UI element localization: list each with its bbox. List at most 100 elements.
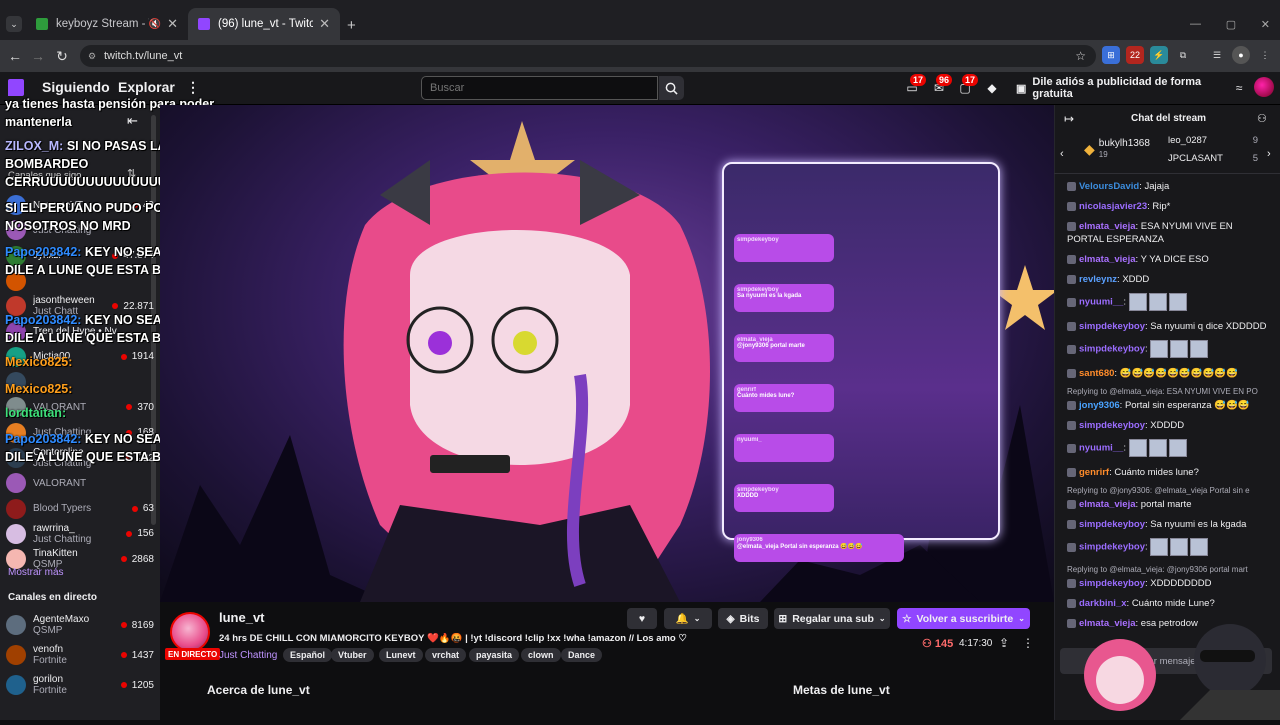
close-window-icon[interactable]: ✕ xyxy=(1261,18,1270,31)
chat-username[interactable]: simpdekeyboy xyxy=(1079,321,1145,332)
chat-text: 😅😅😅😅😅😅😅😅😅😅 xyxy=(1119,368,1238,379)
leaderboard-next-icon[interactable]: › xyxy=(1267,148,1271,160)
user-avatar[interactable] xyxy=(1254,77,1274,97)
browser-tab-keyboyz[interactable]: keyboyz Stream - Watch Li 🔇 ✕ xyxy=(26,8,188,40)
viewer-value: 2868 xyxy=(131,553,154,565)
chat-username[interactable]: nyuumi__ xyxy=(1079,443,1123,454)
sidepanel-icon[interactable]: ☰ xyxy=(1208,46,1226,64)
arrow-right-icon[interactable]: → xyxy=(28,46,48,66)
chat-username[interactable]: genrirf xyxy=(1079,467,1109,478)
chat-username[interactable]: VeloursDavid xyxy=(1079,181,1139,192)
bubble-text: Sa nyuumi es la kgada xyxy=(737,293,802,299)
notification-bell-button[interactable]: 🔔 ⌄ xyxy=(664,608,712,629)
chat-header: Chat del stream xyxy=(1131,113,1207,124)
channel-avatar xyxy=(6,498,26,519)
collapse-chat-icon[interactable]: ↦ xyxy=(1064,112,1074,126)
ad-free-button[interactable]: ▣ Dile adiós a publicidad de forma gratu… xyxy=(1008,76,1218,100)
chat-username[interactable]: elmata_vieja xyxy=(1079,499,1136,510)
channel-game: VALORANT xyxy=(33,477,87,489)
close-tab-icon[interactable]: ✕ xyxy=(319,16,330,32)
stream-tag[interactable]: Lunevt xyxy=(379,648,423,662)
channel-name[interactable]: lune_vt xyxy=(219,610,265,625)
chat-username[interactable]: simpdekeyboy xyxy=(1079,519,1145,530)
live-channel-item[interactable]: gorilon Fortnite 1205 xyxy=(6,670,154,700)
nav-browse[interactable]: Explorar xyxy=(118,79,175,95)
share-icon[interactable]: ⇪ xyxy=(999,636,1009,650)
close-tab-icon[interactable]: ✕ xyxy=(167,16,178,32)
site-info-icon[interactable]: ⚙ xyxy=(88,51,96,62)
chat-username[interactable]: elmata_vieja xyxy=(1079,254,1136,265)
live-channel-item[interactable]: venofn Fortnite 1437 xyxy=(6,640,154,670)
star-icon: ☆ xyxy=(902,612,912,625)
twitch-favicon-icon xyxy=(198,18,210,30)
user-badge-icon xyxy=(1067,274,1076,284)
turbo-icon[interactable]: ≈ xyxy=(1232,81,1246,95)
browser-tab-lune[interactable]: (96) lune_vt - Twitch ✕ xyxy=(188,8,340,40)
search-button[interactable] xyxy=(659,76,684,100)
chat-username[interactable]: simpdekeyboy xyxy=(1079,420,1145,431)
show-more-link[interactable]: Mostrar más xyxy=(8,567,64,578)
video-player[interactable]: simpdekeyboy simpdekeyboy Sa nyuumi es la … xyxy=(160,105,1054,602)
stream-tag[interactable]: payasita xyxy=(469,648,520,662)
stream-tag[interactable]: clown xyxy=(521,648,561,662)
channel-text: venofn Fortnite xyxy=(33,644,121,666)
user-badge-icon xyxy=(1067,368,1076,378)
reload-icon[interactable]: ↻ xyxy=(52,46,72,66)
crown-icon[interactable]: ◆ xyxy=(985,81,999,95)
nav-following[interactable]: Siguiendo xyxy=(42,79,110,95)
chat-username[interactable]: elmata_vieja xyxy=(1079,221,1136,232)
leaderboard-prev-icon[interactable]: ‹ xyxy=(1060,148,1064,160)
viewer-count: 1205 xyxy=(120,680,154,691)
extension-badge-icon[interactable]: 22 xyxy=(1126,46,1144,64)
bits-button[interactable]: ◈ Bits xyxy=(718,608,768,629)
stream-tag[interactable]: Vtuber xyxy=(331,648,374,662)
window-controls[interactable]: — ▢ ✕ xyxy=(1190,18,1270,31)
chat-users-icon[interactable]: ⚇ xyxy=(1257,112,1267,125)
arrow-left-icon[interactable]: ← xyxy=(5,46,25,66)
extensions-puzzle-icon[interactable]: ⧉ xyxy=(1174,46,1192,64)
stream-category[interactable]: Just Chatting xyxy=(219,650,277,661)
extension-icon[interactable]: ⚡ xyxy=(1150,46,1168,64)
chat-username[interactable]: nyuumi__ xyxy=(1079,297,1123,308)
new-tab-button[interactable]: + xyxy=(347,17,356,34)
user-badge-icon xyxy=(1067,467,1076,477)
stream-tag[interactable]: Español xyxy=(283,648,333,662)
chevron-down-icon: ⌄ xyxy=(878,614,886,623)
profile-icon[interactable]: ● xyxy=(1232,46,1250,64)
about-heading: Acerca de lune_vt xyxy=(207,683,310,697)
tab-search-button[interactable]: ⌄ xyxy=(6,16,22,32)
maximize-icon[interactable]: ▢ xyxy=(1226,18,1236,31)
stream-tag[interactable]: vrchat xyxy=(425,648,467,662)
chat-username[interactable]: simpdekeyboy xyxy=(1079,578,1145,589)
overlay-user: ZILOX_M: xyxy=(5,139,64,153)
twitch-logo-icon[interactable] xyxy=(8,79,24,96)
chat-username[interactable]: revleynz xyxy=(1079,274,1117,285)
muted-icon[interactable]: 🔇 xyxy=(149,19,161,30)
viewer-count: 1914 xyxy=(120,351,154,362)
browser-menu-icon[interactable]: ⋮ xyxy=(1256,46,1274,64)
live-channel-item[interactable]: AgenteMaxo QSMP 8169 xyxy=(6,610,154,640)
channel-text: gorilon Fortnite xyxy=(33,674,121,696)
url-bar[interactable]: ⚙ twitch.tv/lune_vt ☆ xyxy=(80,45,1096,67)
chat-username[interactable]: jony9306 xyxy=(1079,400,1120,411)
chat-username[interactable]: nicolasjavier23 xyxy=(1079,201,1147,212)
chat-username[interactable]: simpdekeyboy xyxy=(1079,344,1145,355)
chat-message: elmata_vieja: ESA NYUMI VIVE EN PORTAL E… xyxy=(1067,220,1272,246)
follow-heart-button[interactable]: ♥ xyxy=(627,608,657,629)
tab-title: keyboyz Stream - Watch Li xyxy=(56,18,149,30)
chat-text: Jajaja xyxy=(1144,181,1170,192)
chat-username[interactable]: simpdekeyboy xyxy=(1079,542,1145,553)
bookmark-star-icon[interactable]: ☆ xyxy=(1075,49,1086,63)
minimize-icon[interactable]: — xyxy=(1190,18,1201,31)
resubscribe-button[interactable]: ☆ Volver a suscribirte ⌄ xyxy=(897,608,1030,629)
stream-tag[interactable]: Dance xyxy=(561,648,603,662)
chat-username[interactable]: sant680 xyxy=(1079,368,1114,379)
kebab-icon[interactable]: ⋮ xyxy=(1022,636,1034,650)
nav-more-icon[interactable]: ⋮ xyxy=(186,79,200,96)
gift-sub-button[interactable]: ⊞ Regalar una sub ⌄ xyxy=(774,608,890,629)
extension-icon[interactable]: ⊞ xyxy=(1102,46,1120,64)
channel-avatar[interactable] xyxy=(170,612,210,652)
search-input[interactable] xyxy=(421,76,658,100)
live-dot-icon xyxy=(131,505,138,512)
viewer-value: 370 xyxy=(137,401,154,413)
